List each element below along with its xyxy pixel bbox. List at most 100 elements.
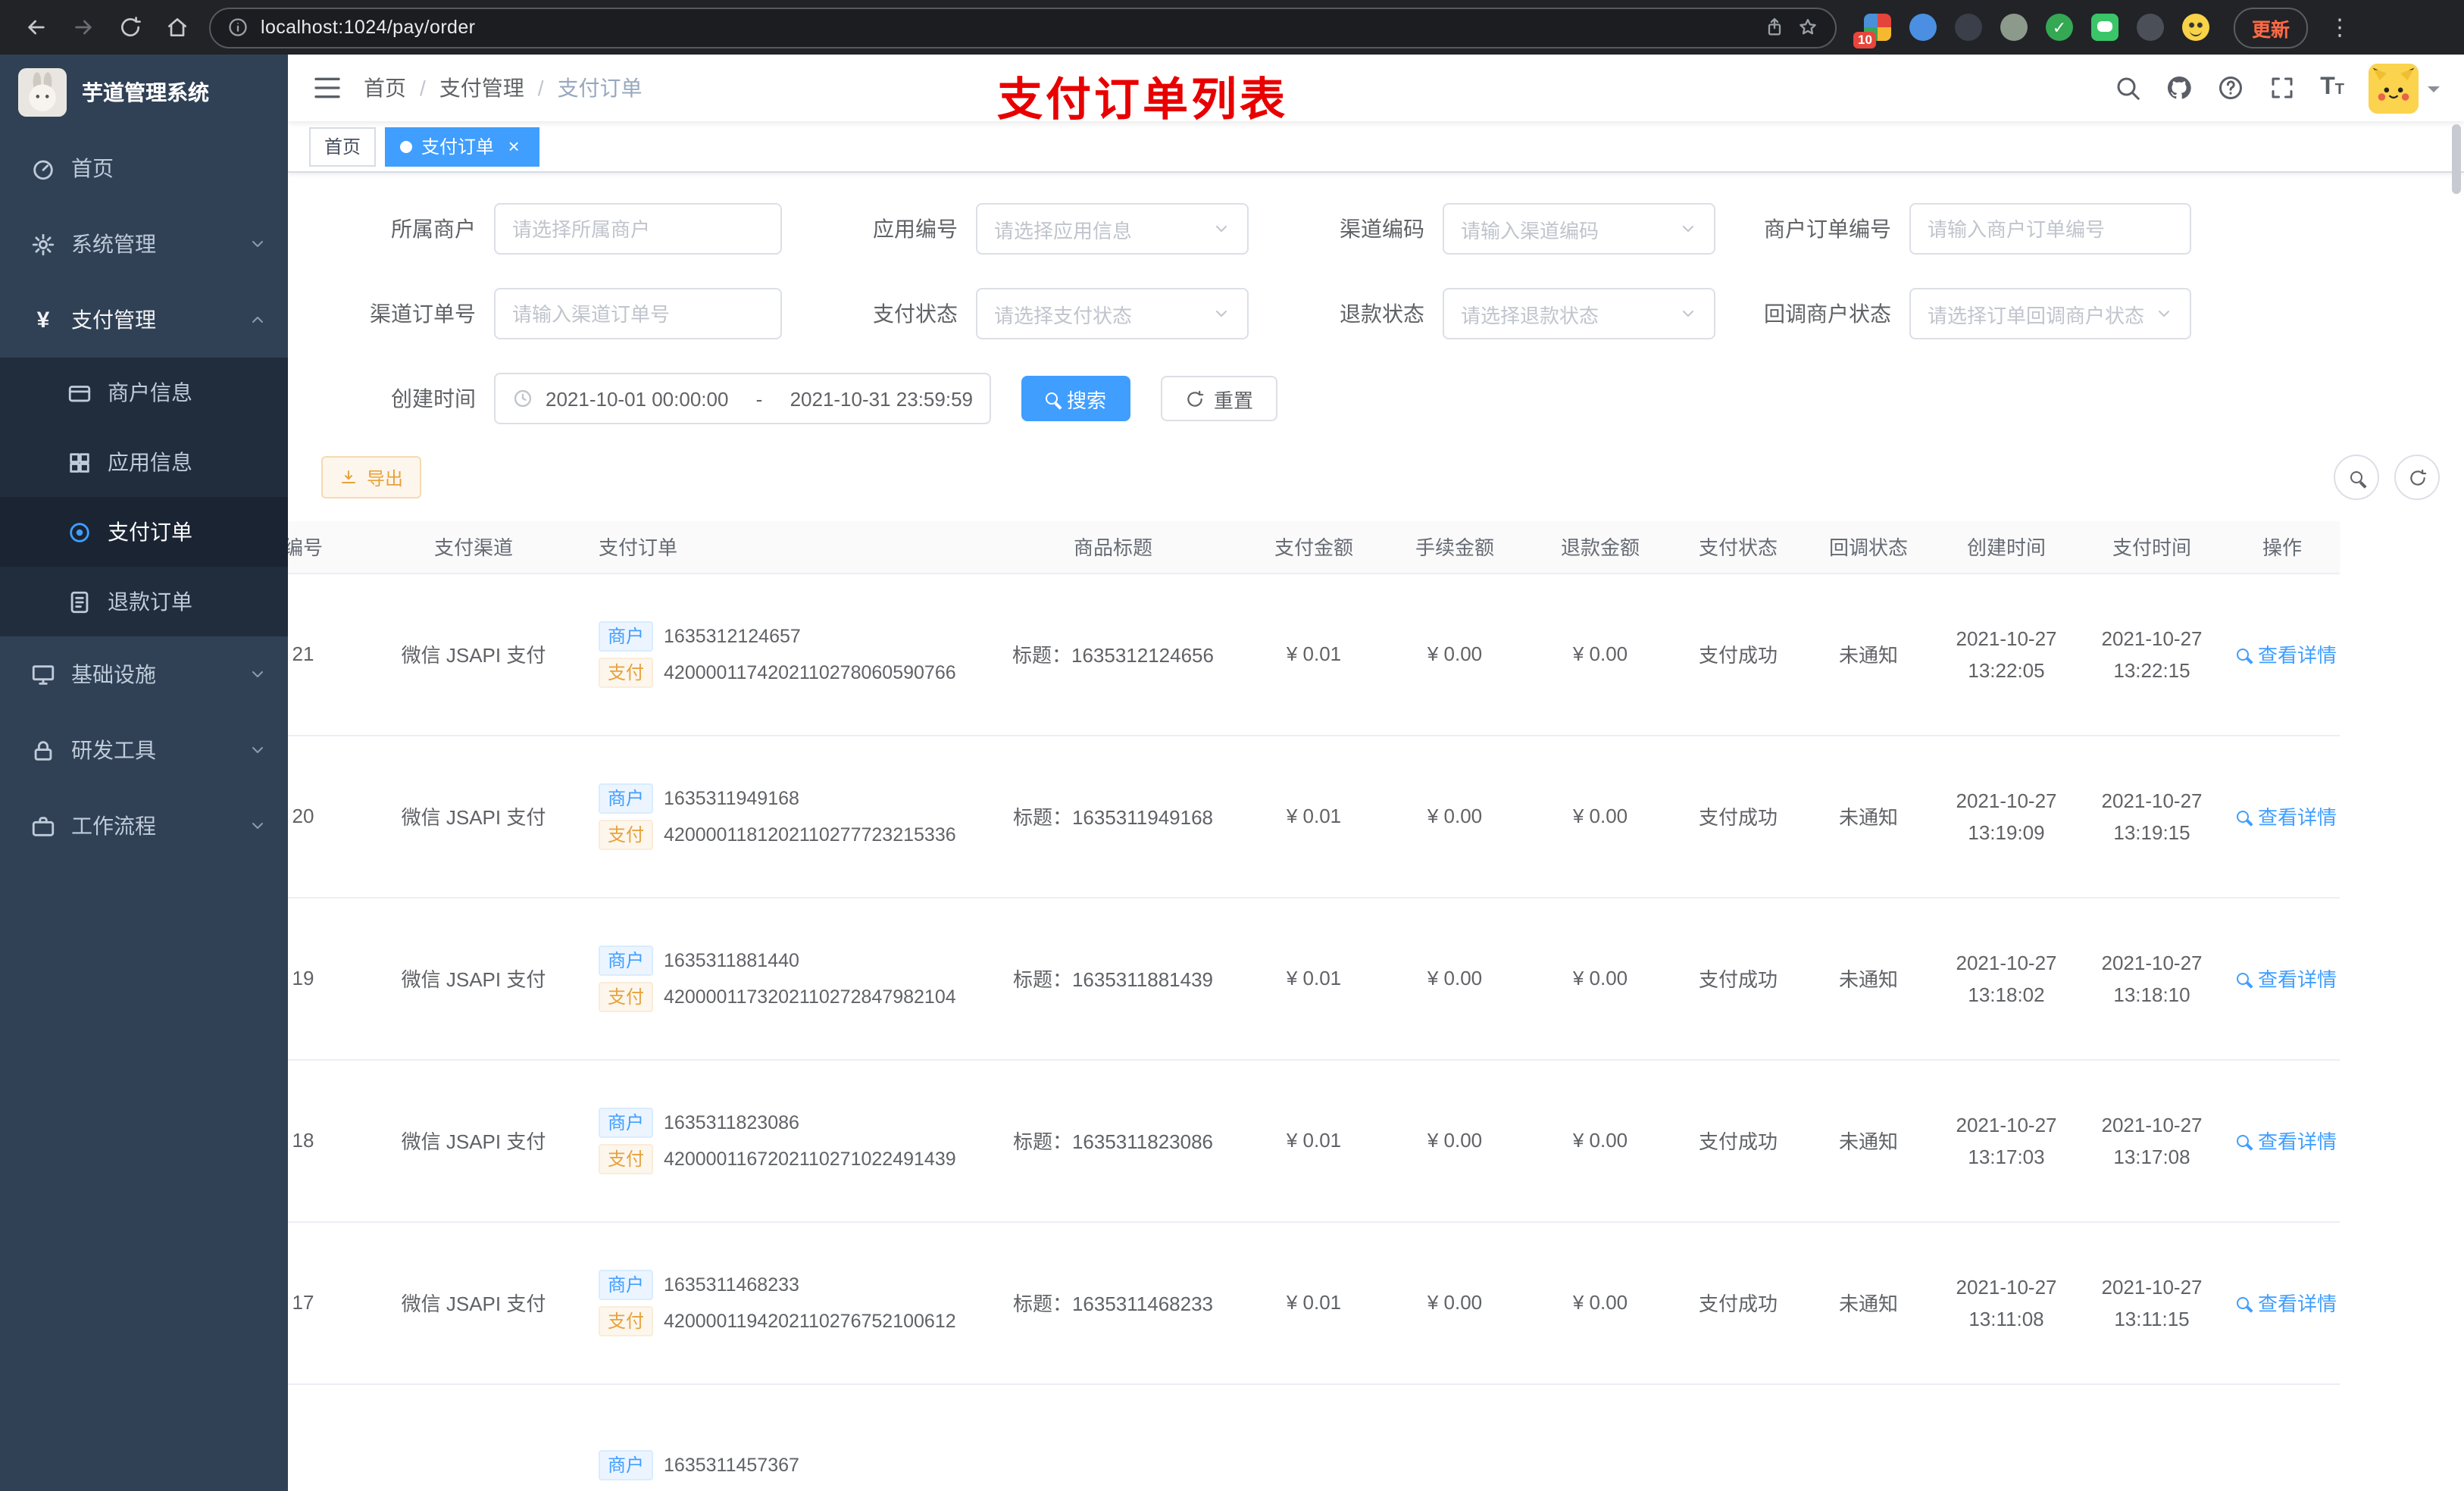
sidebar-item-workflow[interactable]: 工作流程 — [0, 788, 288, 864]
cell-pay-order: 商户 1635311881440 支付 42000011732021102728479… — [583, 897, 980, 1060]
reset-button[interactable]: 重置 — [1161, 376, 1278, 421]
pay-no-line: 支付 4200001173202110272847982104 — [599, 981, 968, 1011]
github-icon[interactable] — [2165, 74, 2193, 102]
breadcrumb-pay-manage[interactable]: 支付管理 — [439, 73, 524, 103]
merchant-no-line: 商户 1635312124657 — [599, 620, 968, 651]
pay-no: 4200001173202110272847982104 — [664, 986, 956, 1007]
field-label: 创建时间 — [391, 386, 476, 411]
app-id-select[interactable]: 请选择应用信息 — [976, 203, 1249, 255]
sidebar-item-infra[interactable]: 基础设施 — [0, 636, 288, 712]
app-title: 芋道管理系统 — [82, 80, 209, 105]
refresh-table-button[interactable] — [2394, 455, 2440, 500]
date-start: 2021-10-01 00:00:00 — [546, 387, 729, 410]
browser-back-icon[interactable] — [15, 7, 56, 48]
user-avatar[interactable] — [2369, 63, 2440, 113]
channel-code-select[interactable]: 请输入渠道编码 — [1443, 203, 1715, 255]
sidebar-item-system[interactable]: 系统管理 — [0, 206, 288, 282]
site-info-icon[interactable] — [227, 17, 249, 38]
field-label: 回调商户状态 — [1764, 302, 1891, 326]
dashboard-icon — [33, 159, 53, 180]
view-detail-link[interactable]: 查看详情 — [2237, 1288, 2337, 1317]
cell-fee-amount: ¥ 0.00 — [1382, 1059, 1527, 1222]
merchant-no: 1635311468233 — [664, 1274, 799, 1295]
sidebar-item-app-info[interactable]: 应用信息 — [0, 427, 288, 497]
browser-forward-icon[interactable] — [62, 7, 103, 48]
extension-check-icon[interactable]: ✓ — [2046, 14, 2073, 41]
clock-icon — [514, 389, 532, 408]
browser-update-button[interactable]: 更新 — [2234, 7, 2309, 48]
cell-pay-channel — [364, 1383, 583, 1491]
header-search-icon[interactable] — [2114, 74, 2141, 102]
field-label: 渠道编码 — [1340, 217, 1424, 241]
pay-tag: 支付 — [599, 1143, 654, 1174]
merchant-order-no-input[interactable] — [1909, 203, 2191, 255]
pay-status-select[interactable]: 请选择支付状态 — [976, 288, 1249, 339]
view-detail-link[interactable]: 查看详情 — [2237, 1126, 2337, 1155]
page-scrollbar[interactable] — [2452, 124, 2461, 194]
chevron-down-icon — [252, 823, 263, 829]
tab-close-icon[interactable]: × — [503, 136, 524, 157]
extension-emoji-icon[interactable] — [2182, 14, 2209, 41]
target-icon — [70, 522, 89, 542]
pay-tag: 支付 — [599, 819, 654, 849]
browser-menu-icon[interactable]: ⋮ — [2326, 14, 2353, 41]
search-button[interactable]: 搜索 — [1021, 376, 1131, 421]
lock-icon — [34, 740, 52, 760]
export-button[interactable]: 导出 — [321, 456, 422, 499]
extension-gray-icon[interactable] — [2000, 14, 2028, 41]
cell-pay-status: 支付成功 — [1673, 735, 1803, 898]
sidebar-item-pay-order[interactable]: 支付订单 — [0, 497, 288, 567]
merchant-input[interactable] — [494, 203, 782, 255]
notify-status-select[interactable]: 请选择订单回调商户状态 — [1909, 288, 2191, 339]
cell-pay-status — [1673, 1383, 1803, 1491]
browser-refresh-icon[interactable] — [109, 7, 150, 48]
app-header: 首页 / 支付管理 / 支付订单 支付订单列表 TT — [288, 55, 2464, 126]
extensions-grid-icon[interactable]: 10 — [1853, 14, 1891, 48]
sidebar-toggle-icon[interactable] — [312, 73, 342, 103]
channel-order-no-input[interactable] — [494, 288, 782, 339]
cell-create-time: 2021-10-27 13:17:03 — [1934, 1059, 2079, 1222]
extension-dark-icon[interactable] — [1955, 14, 1982, 41]
font-size-icon[interactable]: TT — [2320, 75, 2344, 100]
bank-card-icon — [68, 385, 91, 402]
cell-notify-status: 未通知 — [1803, 1059, 1934, 1222]
merchant-tag: 商户 — [599, 1269, 654, 1299]
extension-chat-icon[interactable] — [2091, 14, 2118, 41]
toggle-search-button[interactable] — [2334, 455, 2379, 500]
sidebar-item-devtools[interactable]: 研发工具 — [0, 712, 288, 788]
refund-status-select[interactable]: 请选择退款状态 — [1443, 288, 1715, 339]
extension-pin-icon[interactable] — [2137, 14, 2164, 41]
cell-fee-amount: ¥ 0.00 — [1382, 897, 1527, 1060]
url-text: localhost:1024/pay/order — [261, 17, 476, 38]
breadcrumb-home[interactable]: 首页 — [364, 73, 406, 103]
bookmark-star-icon[interactable] — [1797, 17, 1818, 38]
view-detail-link[interactable]: 查看详情 — [2237, 802, 2337, 830]
fullscreen-icon[interactable] — [2269, 74, 2296, 102]
sidebar-item-pay[interactable]: ¥ 支付管理 — [0, 282, 288, 358]
monitor-icon — [32, 664, 55, 684]
browser-home-icon[interactable] — [156, 7, 197, 48]
cell-fee-amount — [1382, 1383, 1527, 1491]
address-bar[interactable]: localhost:1024/pay/order — [209, 7, 1837, 48]
sidebar-item-label: 工作流程 — [71, 814, 156, 838]
sidebar-item-refund-order[interactable]: 退款订单 — [0, 567, 288, 636]
search-icon — [2237, 1134, 2249, 1146]
view-detail-link[interactable]: 查看详情 — [2237, 964, 2337, 992]
create-time-range-picker[interactable]: 2021-10-01 00:00:00 - 2021-10-31 23:59:5… — [494, 373, 991, 424]
cell-id: 20 — [288, 735, 364, 898]
extension-blue-icon[interactable] — [1909, 14, 1937, 41]
help-icon[interactable] — [2217, 74, 2244, 102]
select-placeholder: 请输入渠道编码 — [1461, 219, 1599, 242]
column-header-1: 编号 — [288, 521, 364, 574]
sidebar-item-merchant-info[interactable]: 商户信息 — [0, 358, 288, 427]
tab-pay-order[interactable]: 支付订单 × — [385, 127, 540, 166]
caret-down-icon — [2428, 86, 2440, 98]
merchant-tag: 商户 — [599, 1449, 654, 1480]
tab-home[interactable]: 首页 — [309, 127, 377, 166]
cell-pay-time: 2021-10-27 13:19:15 — [2079, 735, 2225, 898]
share-icon[interactable] — [1764, 17, 1785, 38]
app-logo[interactable]: 芋道管理系统 — [0, 55, 288, 130]
cell-pay-order: 商户 1635311457367 — [583, 1383, 980, 1491]
view-detail-link[interactable]: 查看详情 — [2237, 639, 2337, 668]
sidebar-item-home[interactable]: 首页 — [0, 130, 288, 206]
